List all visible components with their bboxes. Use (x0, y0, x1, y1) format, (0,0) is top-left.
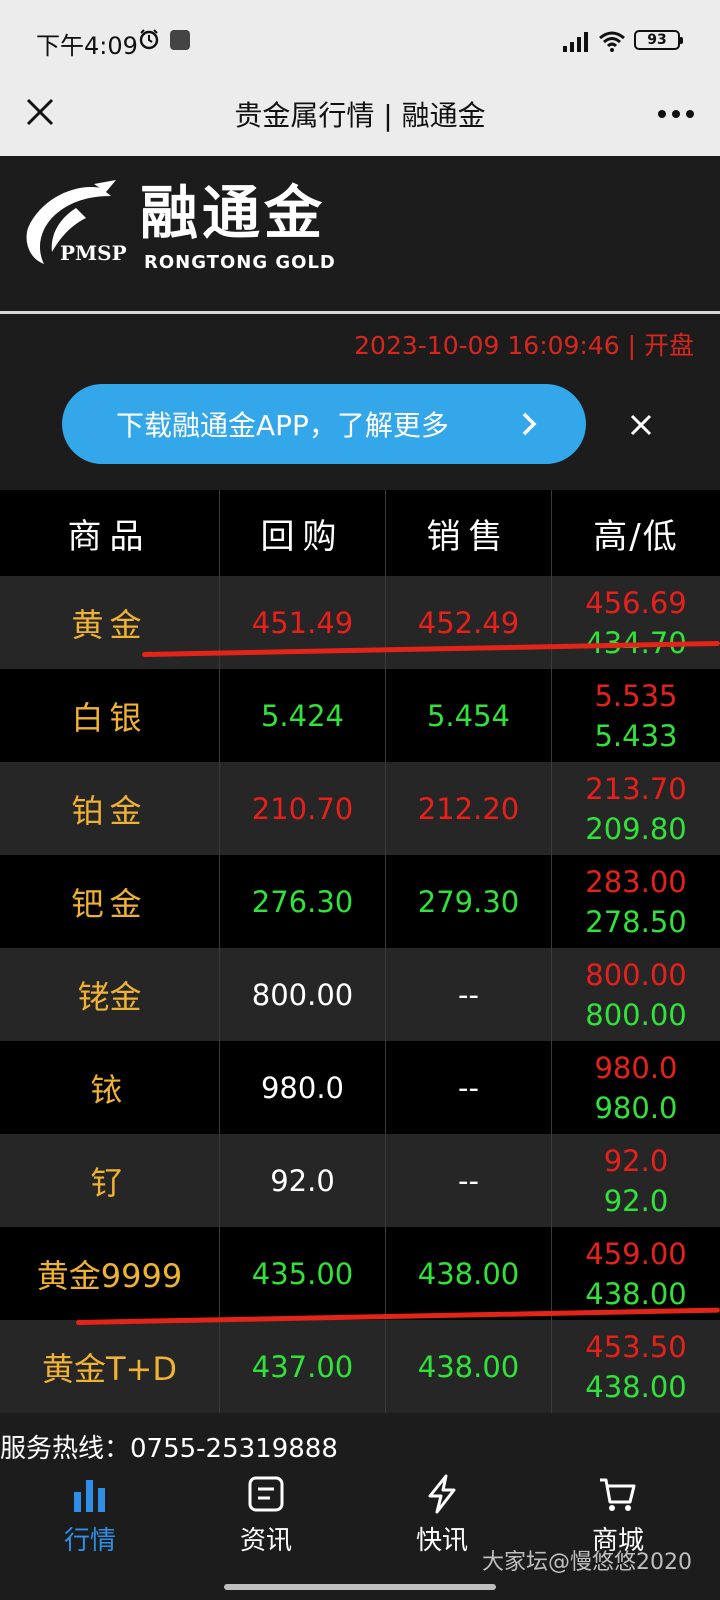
table-row[interactable]: 黄金T+D 437.00 438.00 453.50 438.00 (0, 1320, 720, 1413)
service-hotline: 服务热线：0755-25319888 (0, 1420, 720, 1464)
low-price: 278.50 (585, 904, 687, 939)
buyback-price: 92.0 (270, 1163, 335, 1198)
high-price: 800.00 (585, 957, 687, 992)
sell-price: -- (458, 977, 479, 1012)
sell-price: -- (458, 1070, 479, 1105)
product-name: 黄金 (71, 605, 148, 644)
sell-price: 438.00 (417, 1256, 520, 1291)
status-bar: 下午4:09 93 (0, 0, 720, 70)
product-name: 黄金9999 (36, 1256, 183, 1295)
sell-price: -- (458, 1163, 479, 1198)
page-title: 贵金属行情 | 融通金 (234, 99, 486, 132)
buyback-price: 276.30 (251, 884, 354, 919)
buyback-price: 5.424 (260, 698, 345, 733)
home-indicator[interactable] (224, 1584, 496, 1590)
header-cell: 回购 (220, 490, 386, 576)
status-time: 下午4:09 (36, 32, 138, 60)
market-timestamp: 2023-10-09 16:09:46 | 开盘 (354, 331, 694, 360)
high-price: 213.70 (585, 771, 687, 806)
more-icon[interactable] (654, 94, 698, 134)
low-price: 438.00 (585, 1369, 687, 1404)
sell-price: 212.20 (417, 791, 520, 826)
close-banner-icon[interactable] (626, 410, 656, 440)
table-row[interactable]: 钯金 276.30 279.30 283.00 278.50 (0, 855, 720, 948)
table-row[interactable]: 钌 92.0 -- 92.0 92.0 (0, 1134, 720, 1227)
table-row[interactable]: 黄金9999 435.00 438.00 459.00 438.00 (0, 1227, 720, 1320)
low-price: 980.0 (594, 1090, 678, 1125)
dragon-logo-icon: PMSP (26, 180, 127, 265)
buyback-price: 435.00 (251, 1256, 354, 1291)
low-price: 209.80 (585, 811, 687, 846)
buyback-price: 437.00 (251, 1349, 354, 1384)
high-price: 453.50 (585, 1329, 687, 1364)
news-icon (248, 1476, 284, 1512)
high-price: 5.535 (594, 678, 678, 713)
bottom-tab-bar: 行情 资讯 快讯 商城 (0, 1466, 720, 1600)
sell-price: 279.30 (417, 884, 520, 919)
low-price: 5.433 (594, 718, 678, 753)
bar-chart-icon (74, 1480, 105, 1512)
brand-name-cn: 融通金 (140, 179, 327, 247)
sell-price: 452.49 (417, 605, 520, 640)
product-name: 铂金 (71, 791, 148, 830)
app-notification-icon (170, 30, 190, 50)
product-name: 白银 (71, 698, 148, 737)
promo-text: 下载融通金APP，了解更多 (116, 409, 449, 442)
low-price: 800.00 (585, 997, 687, 1032)
low-price: 92.0 (603, 1183, 669, 1218)
buyback-price: 800.00 (251, 977, 354, 1012)
product-name: 铱 (90, 1070, 129, 1109)
buyback-price: 980.0 (260, 1070, 345, 1105)
high-price: 92.0 (603, 1143, 669, 1178)
download-app-banner[interactable]: 下载融通金APP，了解更多 (62, 384, 586, 464)
table-row[interactable]: 铑金 800.00 -- 800.00 800.00 (0, 948, 720, 1041)
high-price: 456.69 (585, 585, 687, 620)
sell-price: 5.454 (426, 698, 511, 733)
table-header: 商品 回购 销售 高/低 (0, 490, 720, 576)
buyback-price: 451.49 (251, 605, 354, 640)
wifi-icon (599, 31, 625, 52)
product-name: 钌 (90, 1163, 129, 1202)
table-row[interactable]: 铱 980.0 -- 980.0 980.0 (0, 1041, 720, 1134)
buyback-price: 210.70 (251, 791, 354, 826)
product-name: 黄金T+D (41, 1349, 177, 1388)
high-price: 459.00 (585, 1236, 687, 1271)
header-cell: 高/低 (593, 516, 679, 557)
logo-text: PMSP (60, 241, 127, 265)
header-cell: 销售 (386, 490, 552, 576)
lightning-icon (428, 1474, 456, 1514)
tab-news[interactable]: 资讯 (206, 1474, 326, 1564)
low-price: 438.00 (585, 1276, 687, 1311)
battery-icon: 93 (634, 30, 683, 50)
price-table: 商品 回购 销售 高/低 黄金 451.49 452.49 456.69434.… (0, 490, 720, 1413)
header-cell: 商品 (0, 490, 220, 576)
brand-header: PMSP 融通金 RONGTONG GOLD (0, 156, 720, 314)
high-price: 980.0 (594, 1050, 678, 1085)
nav-bar: 贵金属行情 | 融通金 (0, 70, 720, 157)
table-row[interactable]: 黄金 451.49 452.49 456.69434.70 (0, 576, 720, 669)
watermark: 大家坛@慢悠悠2020 (482, 1550, 692, 1575)
product-name: 钯金 (71, 884, 148, 923)
brand-name-en: RONGTONG GOLD (144, 252, 336, 273)
alarm-icon (139, 29, 159, 50)
tab-market[interactable]: 行情 (30, 1474, 150, 1564)
table-row[interactable]: 白银 5.424 5.454 5.535 5.433 (0, 669, 720, 762)
table-row[interactable]: 铂金 210.70 212.20 213.70 209.80 (0, 762, 720, 855)
cart-icon (600, 1478, 636, 1511)
high-price: 283.00 (585, 864, 687, 899)
product-name: 铑金 (77, 977, 142, 1016)
signal-icon (563, 32, 588, 52)
chevron-right-icon (522, 412, 537, 436)
sell-price: 438.00 (417, 1349, 520, 1384)
